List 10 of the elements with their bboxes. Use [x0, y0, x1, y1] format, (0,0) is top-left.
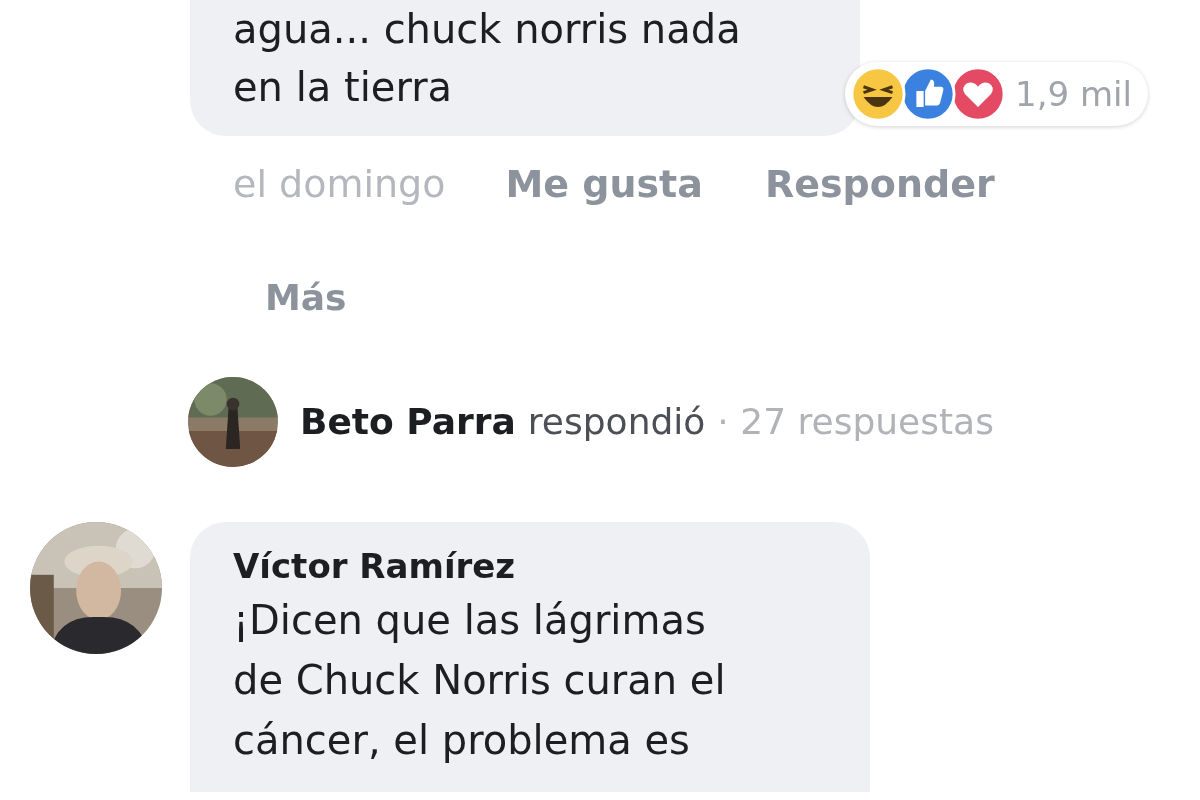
reaction-count: 1,9 mil [1015, 72, 1132, 116]
comment-text: ¡Dicen que las lágrimas de Chuck Norris curan el cáncer, el problema es [233, 596, 727, 765]
reply-link[interactable]: Responder [764, 156, 995, 213]
like-link[interactable]: Me gusta [505, 156, 703, 213]
reaction-summary[interactable]: 1,9 mil [845, 62, 1148, 126]
comment-text: agua... chuck norris nada en la tierra [233, 5, 742, 112]
author-name[interactable]: Víctor Ramírez [233, 542, 870, 590]
replies-link[interactable]: Beto Parra respondió · 27 respuestas [300, 395, 994, 449]
timestamp: el domingo [233, 161, 446, 208]
more-link[interactable]: Más [265, 271, 347, 325]
